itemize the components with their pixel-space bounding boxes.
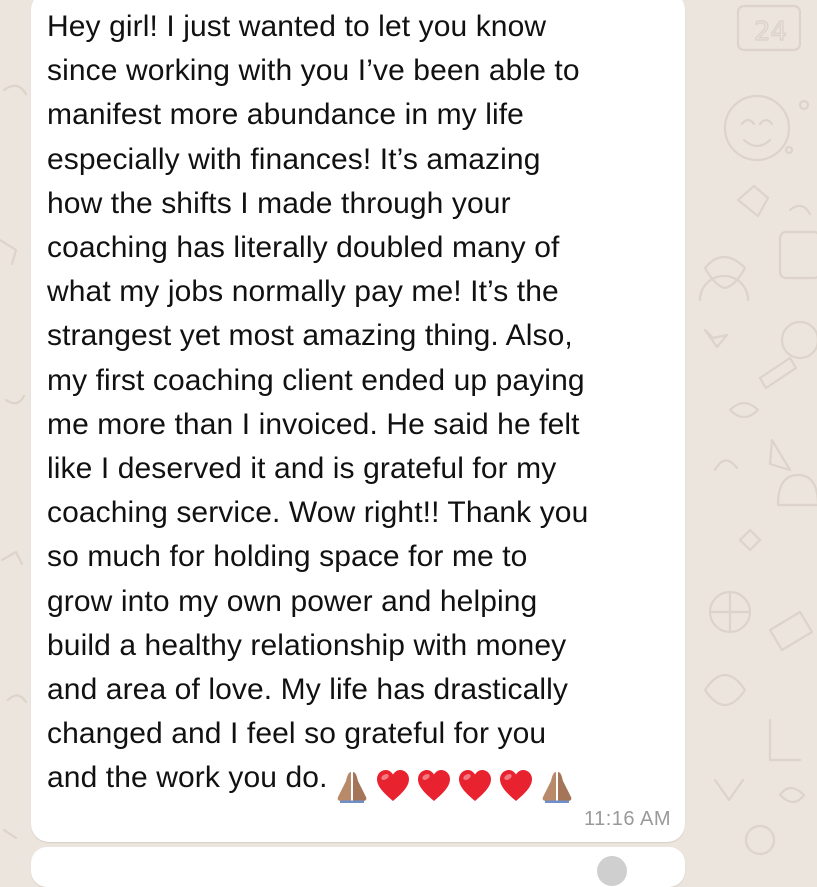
svg-text:24: 24 — [754, 17, 787, 47]
message-line: so much for holding space for me to — [47, 540, 528, 574]
emoji-row — [334, 762, 580, 806]
red-heart-icon — [457, 769, 493, 803]
next-message-bubble[interactable] — [31, 847, 685, 887]
message-line: manifest more abundance in my life — [47, 98, 524, 132]
message-line: my first coaching client ended up paying — [47, 363, 585, 397]
message-line: what my jobs normally pay me! It’s the — [47, 275, 559, 309]
red-heart-icon — [375, 769, 411, 803]
message-line: grow into my own power and helping — [47, 584, 538, 618]
message-line-text: and the work you do. — [47, 761, 328, 795]
red-heart-icon — [498, 769, 534, 803]
message-text: Hey girl! I just wanted to let you know … — [47, 5, 679, 807]
message-line: coaching service. Wow right!! Thank you — [47, 496, 589, 530]
message-line: and area of love. My life has drasticall… — [47, 673, 569, 707]
message-line: Hey girl! I just wanted to let you know — [47, 10, 547, 43]
message-line: changed and I feel so grateful for you — [47, 717, 547, 751]
message-line: how the shifts I made through your — [47, 186, 511, 220]
folded-hands-icon — [334, 769, 370, 803]
avatar — [597, 856, 627, 886]
message-line: coaching has literally doubled many of — [47, 231, 560, 265]
message-last-line: and the work you do. — [47, 756, 679, 806]
message-line: especially with finances! It’s amazing — [47, 142, 541, 176]
message-line: me more than I invoiced. He said he felt — [47, 407, 580, 441]
folded-hands-icon — [539, 769, 575, 803]
red-heart-icon — [416, 769, 452, 803]
message-line: since working with you I’ve been able to — [47, 54, 580, 88]
message-bubble[interactable]: Hey girl! I just wanted to let you know … — [31, 0, 685, 842]
message-timestamp: 11:16 AM — [583, 808, 671, 830]
message-line: build a healthy relationship with money — [47, 628, 567, 662]
message-line: strangest yet most amazing thing. Also, — [47, 319, 573, 353]
message-line: like I deserved it and is grateful for m… — [47, 452, 557, 486]
